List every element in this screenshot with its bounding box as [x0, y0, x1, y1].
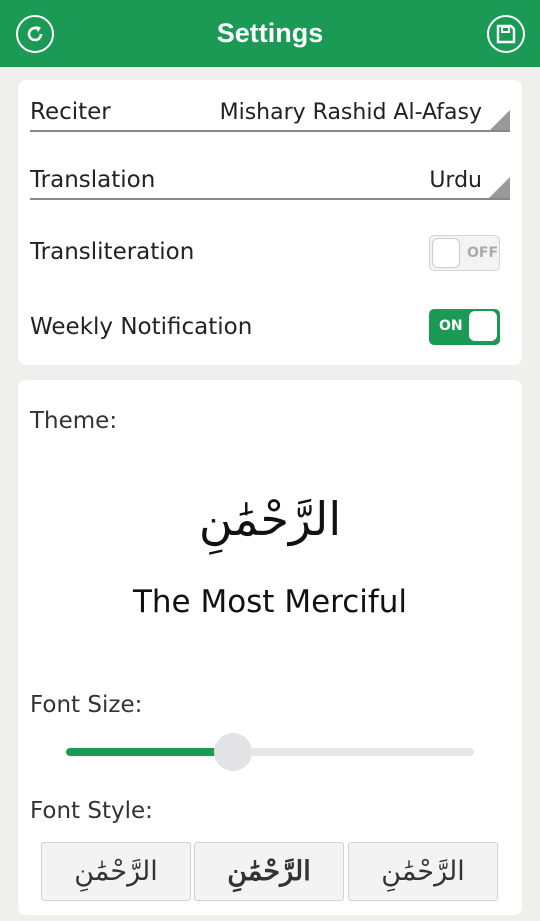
weekly-notification-label: Weekly Notification: [30, 314, 253, 340]
theme-preview-arabic: الرَّحْمَٰنِ: [198, 492, 342, 546]
app-bar: Settings: [0, 0, 540, 67]
font-size-label: Font Size:: [30, 692, 143, 718]
save-button[interactable]: [487, 15, 525, 53]
transliteration-toggle[interactable]: OFF: [429, 235, 500, 271]
transliteration-label: Transliteration: [30, 239, 195, 265]
page-title: Settings: [216, 18, 324, 48]
theme-card: Theme: الرَّحْمَٰنِ The Most Merciful Fo…: [18, 380, 522, 915]
reciter-label: Reciter: [30, 99, 111, 125]
theme-label: Theme:: [30, 408, 118, 434]
font-style-label: Font Style:: [30, 798, 153, 824]
translation-label: Translation: [30, 167, 156, 193]
translation-value: Urdu: [429, 168, 482, 193]
toggle-state-text: ON: [439, 318, 463, 334]
translation-underline: [30, 198, 510, 200]
general-settings-card: Reciter Mishary Rashid Al-Afasy Translat…: [18, 80, 522, 365]
weekly-notification-toggle[interactable]: ON: [429, 309, 500, 345]
slider-fill: [66, 748, 234, 756]
font-style-option-3[interactable]: الرَّحْمَٰنِ: [348, 842, 498, 901]
dropdown-arrow-icon: [488, 177, 510, 199]
toggle-state-text: OFF: [467, 245, 499, 261]
toggle-knob: [469, 311, 497, 341]
reciter-underline: [30, 130, 510, 132]
toggle-knob: [432, 238, 460, 268]
dropdown-arrow-icon: [488, 110, 510, 132]
slider-thumb[interactable]: [214, 733, 253, 771]
theme-preview-meaning: The Most Merciful: [132, 584, 408, 620]
font-size-slider[interactable]: [66, 733, 474, 771]
save-icon: [496, 24, 516, 44]
font-style-option-1[interactable]: الرَّحْمَٰنِ: [41, 842, 191, 901]
font-style-option-2[interactable]: الرَّحْمَٰنِ: [194, 842, 344, 901]
reciter-value: Mishary Rashid Al-Afasy: [219, 100, 482, 125]
